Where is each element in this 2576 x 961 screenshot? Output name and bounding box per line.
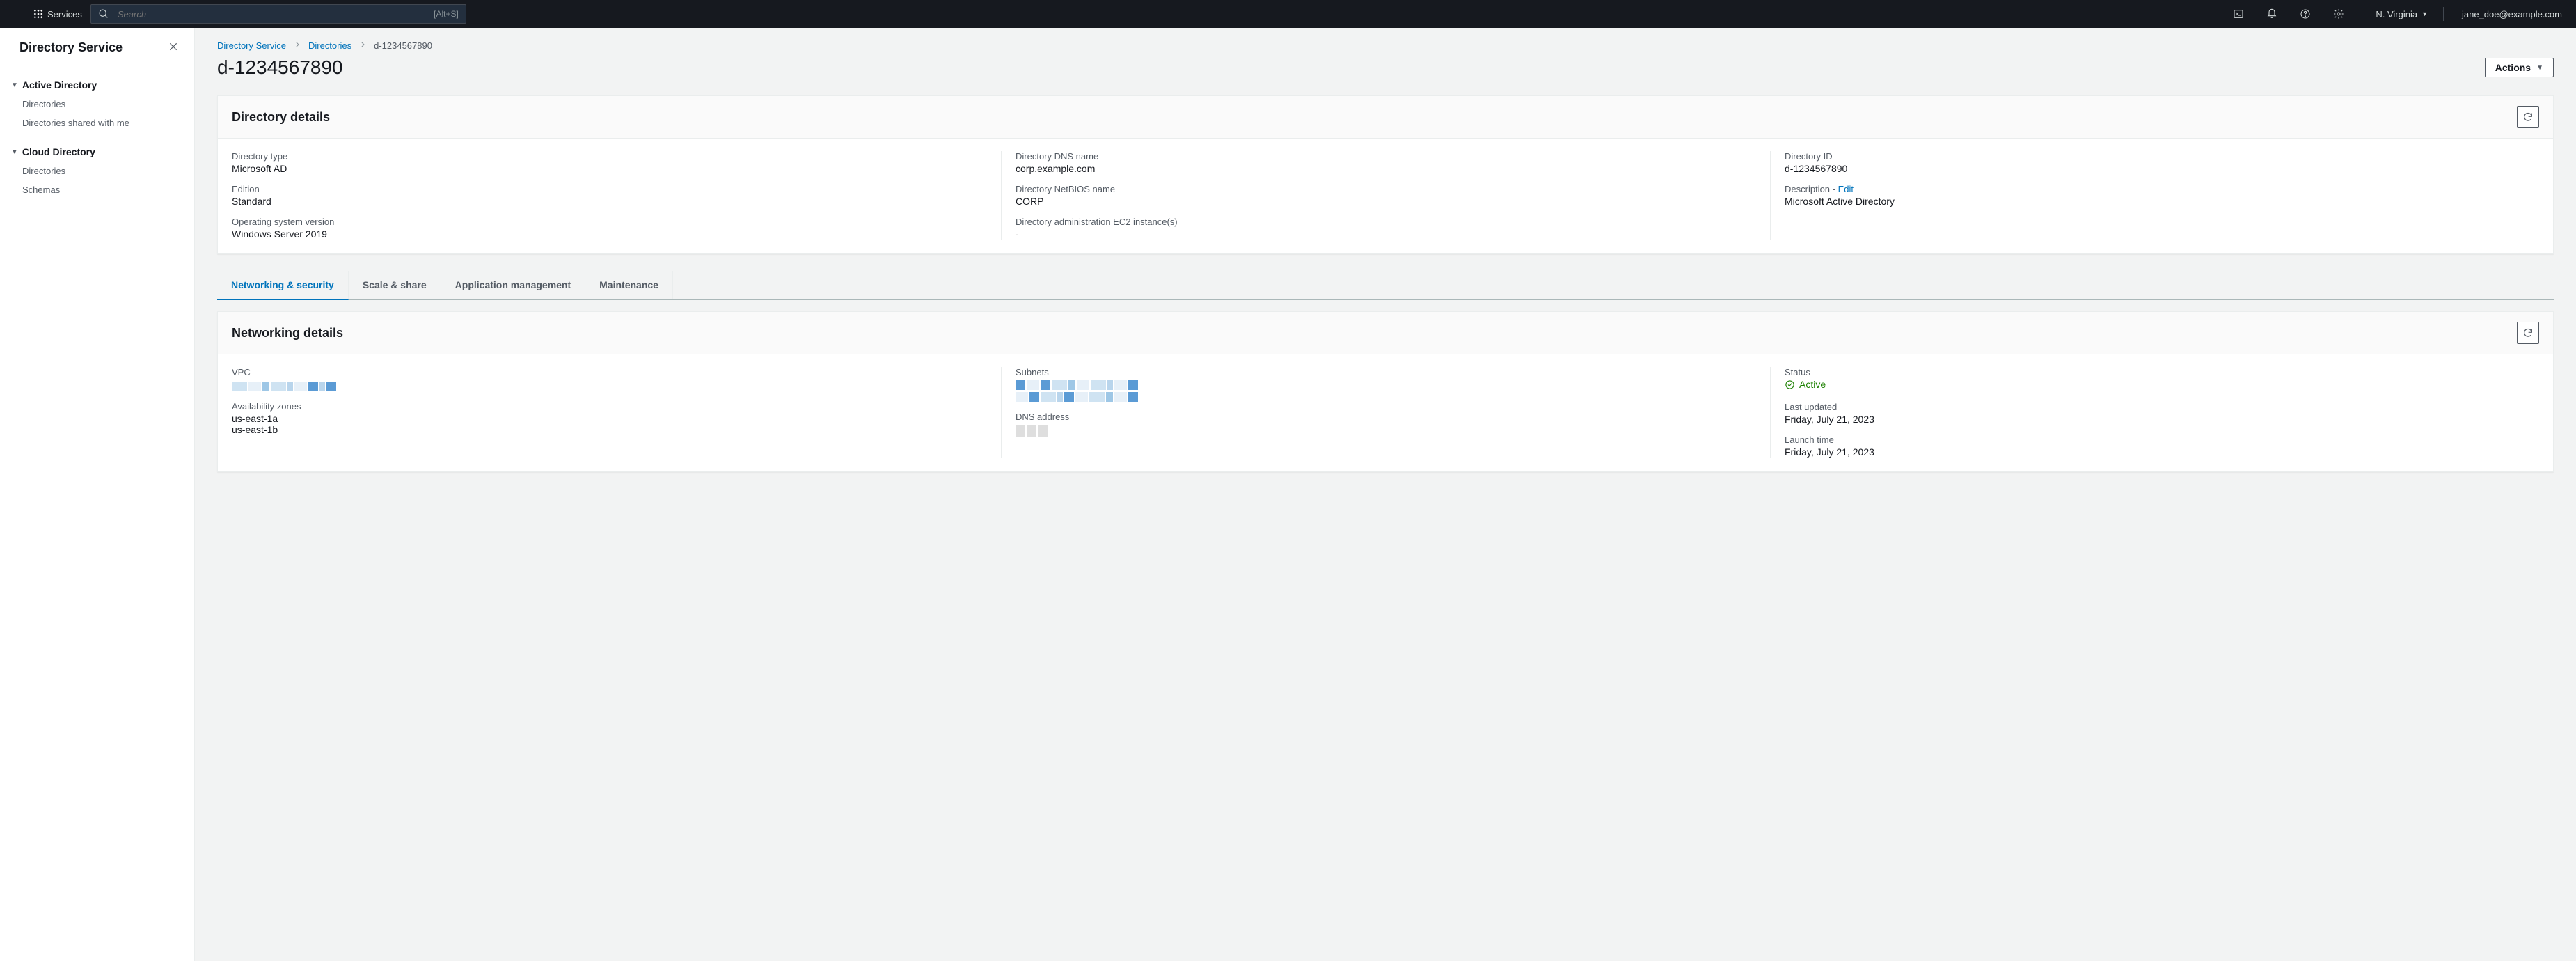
services-menu[interactable]: Services bbox=[33, 9, 82, 19]
panel-title: Directory details bbox=[232, 110, 330, 125]
region-label: N. Virginia bbox=[2376, 9, 2417, 19]
value-directory-type: Microsoft AD bbox=[232, 163, 987, 174]
redacted-value bbox=[1016, 380, 1139, 390]
chevron-down-icon: ▼ bbox=[2421, 10, 2428, 17]
value-dns-name: corp.example.com bbox=[1016, 163, 1756, 174]
tab-scale-share[interactable]: Scale & share bbox=[349, 271, 441, 299]
chevron-right-icon bbox=[358, 40, 367, 51]
breadcrumb: Directory Service Directories d-12345678… bbox=[195, 28, 2576, 54]
value-directory-id: d-1234567890 bbox=[1785, 163, 2525, 174]
value-edition: Standard bbox=[232, 196, 987, 207]
value-description: Microsoft Active Directory bbox=[1785, 196, 2525, 207]
value-vpc bbox=[232, 379, 987, 391]
breadcrumb-current: d-1234567890 bbox=[374, 40, 432, 51]
label-vpc: VPC bbox=[232, 367, 987, 377]
services-label: Services bbox=[47, 9, 82, 19]
label-dns-name: Directory DNS name bbox=[1016, 151, 1756, 162]
directory-tabs: Networking & security Scale & share Appl… bbox=[217, 271, 2554, 300]
chevron-down-icon: ▼ bbox=[11, 148, 18, 156]
label-os-version: Operating system version bbox=[232, 217, 987, 227]
account-menu[interactable]: jane_doe@example.com bbox=[2452, 9, 2565, 19]
check-circle-icon bbox=[1785, 380, 1795, 390]
help-button[interactable] bbox=[2293, 0, 2318, 28]
refresh-icon bbox=[2522, 111, 2534, 123]
label-last-updated: Last updated bbox=[1785, 402, 2525, 412]
edit-description-link[interactable]: Edit bbox=[1838, 184, 1854, 194]
sidenav-item-cloud-directories[interactable]: Directories bbox=[0, 162, 194, 180]
redacted-value bbox=[1016, 425, 1049, 435]
value-status: Active bbox=[1785, 379, 2525, 392]
sidenav-item-directories-shared[interactable]: Directories shared with me bbox=[0, 114, 194, 132]
label-launch-time: Launch time bbox=[1785, 435, 2525, 445]
networking-details-panel: Networking details VPC bbox=[217, 311, 2554, 472]
tab-networking-security[interactable]: Networking & security bbox=[217, 271, 349, 300]
refresh-button[interactable] bbox=[2517, 106, 2539, 128]
settings-button[interactable] bbox=[2326, 0, 2351, 28]
side-nav: Directory Service ▼ Active Directory Dir… bbox=[0, 28, 195, 961]
cloudshell-button[interactable] bbox=[2226, 0, 2251, 28]
label-status: Status bbox=[1785, 367, 2525, 377]
label-subnets: Subnets bbox=[1016, 367, 1756, 377]
value-last-updated: Friday, July 21, 2023 bbox=[1785, 414, 2525, 425]
chevron-down-icon: ▼ bbox=[11, 81, 18, 89]
tab-maintenance[interactable]: Maintenance bbox=[585, 271, 673, 299]
breadcrumb-link-directories[interactable]: Directories bbox=[308, 40, 351, 51]
value-launch-time: Friday, July 21, 2023 bbox=[1785, 446, 2525, 458]
az-value: us-east-1b bbox=[232, 424, 987, 435]
divider bbox=[2443, 7, 2444, 21]
label-directory-id: Directory ID bbox=[1785, 151, 2525, 162]
actions-label: Actions bbox=[2495, 62, 2531, 73]
sidenav-item-directories[interactable]: Directories bbox=[0, 95, 194, 114]
description-prefix: Description - bbox=[1785, 184, 1838, 194]
label-description: Description - Edit bbox=[1785, 184, 2525, 194]
grid-icon bbox=[33, 9, 43, 19]
label-dns-address: DNS address bbox=[1016, 412, 1756, 422]
sidenav-section-active-directory[interactable]: ▼ Active Directory bbox=[0, 75, 194, 95]
chevron-down-icon: ▼ bbox=[2536, 64, 2543, 72]
sidenav-section-label: Active Directory bbox=[22, 79, 97, 91]
value-netbios: CORP bbox=[1016, 196, 1756, 207]
value-os-version: Windows Server 2019 bbox=[232, 228, 987, 240]
search-icon bbox=[98, 8, 109, 19]
sidenav-close-button[interactable] bbox=[168, 41, 179, 54]
user-label: jane_doe@example.com bbox=[2462, 9, 2562, 19]
sidenav-section-label: Cloud Directory bbox=[22, 146, 95, 157]
az-value: us-east-1a bbox=[232, 413, 987, 424]
sidenav-title: Directory Service bbox=[19, 40, 123, 55]
page-title: d-1234567890 bbox=[217, 56, 343, 79]
refresh-icon bbox=[2522, 327, 2534, 338]
refresh-button[interactable] bbox=[2517, 322, 2539, 344]
search-shortcut: [Alt+S] bbox=[434, 9, 459, 19]
main-content: Directory Service Directories d-12345678… bbox=[195, 28, 2576, 961]
status-text: Active bbox=[1799, 379, 1826, 390]
sidenav-item-schemas[interactable]: Schemas bbox=[0, 180, 194, 199]
sidenav-section-cloud-directory[interactable]: ▼ Cloud Directory bbox=[0, 142, 194, 162]
search-input[interactable] bbox=[116, 8, 427, 20]
value-dns-address bbox=[1016, 423, 1756, 436]
value-admin-ec2: - bbox=[1016, 228, 1756, 240]
panel-title: Networking details bbox=[232, 326, 343, 341]
notifications-button[interactable] bbox=[2259, 0, 2284, 28]
label-netbios: Directory NetBIOS name bbox=[1016, 184, 1756, 194]
directory-details-panel: Directory details Directory type Microso… bbox=[217, 95, 2554, 254]
label-availability-zones: Availability zones bbox=[232, 401, 987, 412]
label-directory-type: Directory type bbox=[232, 151, 987, 162]
breadcrumb-link-service[interactable]: Directory Service bbox=[217, 40, 286, 51]
value-availability-zones: us-east-1a us-east-1b bbox=[232, 413, 987, 435]
actions-button[interactable]: Actions ▼ bbox=[2485, 58, 2554, 77]
close-icon bbox=[168, 41, 179, 52]
tab-application-management[interactable]: Application management bbox=[441, 271, 585, 299]
chevron-right-icon bbox=[293, 40, 301, 51]
region-selector[interactable]: N. Virginia ▼ bbox=[2369, 9, 2435, 19]
global-header: Services [Alt+S] N. Virginia ▼ jane_doe@… bbox=[0, 0, 2576, 28]
value-subnets bbox=[1016, 379, 1756, 402]
label-edition: Edition bbox=[232, 184, 987, 194]
redacted-value bbox=[232, 380, 338, 390]
global-search[interactable]: [Alt+S] bbox=[90, 4, 466, 24]
label-admin-ec2: Directory administration EC2 instance(s) bbox=[1016, 217, 1756, 227]
